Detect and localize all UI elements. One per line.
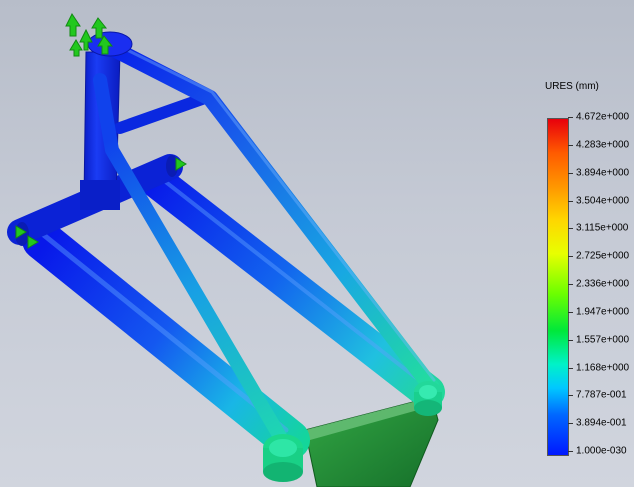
legend-tick-label: 4.672e+000	[576, 111, 630, 123]
legend-tick-mark	[568, 367, 573, 369]
seat-tube-base	[80, 180, 120, 210]
legend-tick-label: 3.894e-001	[576, 417, 627, 429]
legend-tick-label: 3.504e+000	[576, 195, 630, 206]
legend-tick-mark	[568, 339, 573, 341]
legend-tick-mark	[568, 200, 573, 202]
legend-tick-label: 1.947e+000	[576, 306, 630, 318]
legend-tick-label: 2.336e+000	[576, 278, 630, 290]
legend-tick-label: 3.115e+000	[576, 222, 629, 234]
graphics-viewport[interactable]: URES (mm) 4.672e+000 4.283e+000 3.894e+000…	[0, 0, 634, 487]
legend-tick-mark	[568, 284, 573, 285]
legend-colorbar	[547, 118, 569, 456]
legend-tick-mark	[568, 311, 573, 313]
legend-tick-label: 1.557e+000	[576, 334, 630, 346]
legend-tick-mark	[568, 395, 573, 397]
legend-tick-label: 3.894e+000	[576, 167, 630, 179]
legend-tick-label: 2.725e+000	[576, 250, 630, 262]
legend-tick-mark	[568, 256, 573, 258]
legend-title: URES (mm)	[545, 81, 599, 92]
left-dropout-boss	[263, 434, 303, 482]
legend-tick-mark	[568, 423, 573, 425]
legend-tick-mark	[568, 117, 573, 118]
legend-tick-mark	[568, 228, 573, 230]
legend-tick-mark	[568, 144, 573, 146]
legend-tick-label: 1.168e+000	[576, 362, 630, 373]
top-brace	[114, 92, 211, 134]
legend-tick-label: 7.787e-001	[576, 389, 627, 401]
right-dropout-boss	[414, 381, 442, 416]
legend-tick-label: 4.283e+000	[576, 139, 630, 151]
legend-tick-label: 1.000e-030	[576, 445, 627, 457]
legend-tick-mark	[568, 172, 573, 174]
frame-model[interactable]	[0, 0, 634, 487]
legend-tick-mark	[568, 451, 573, 452]
